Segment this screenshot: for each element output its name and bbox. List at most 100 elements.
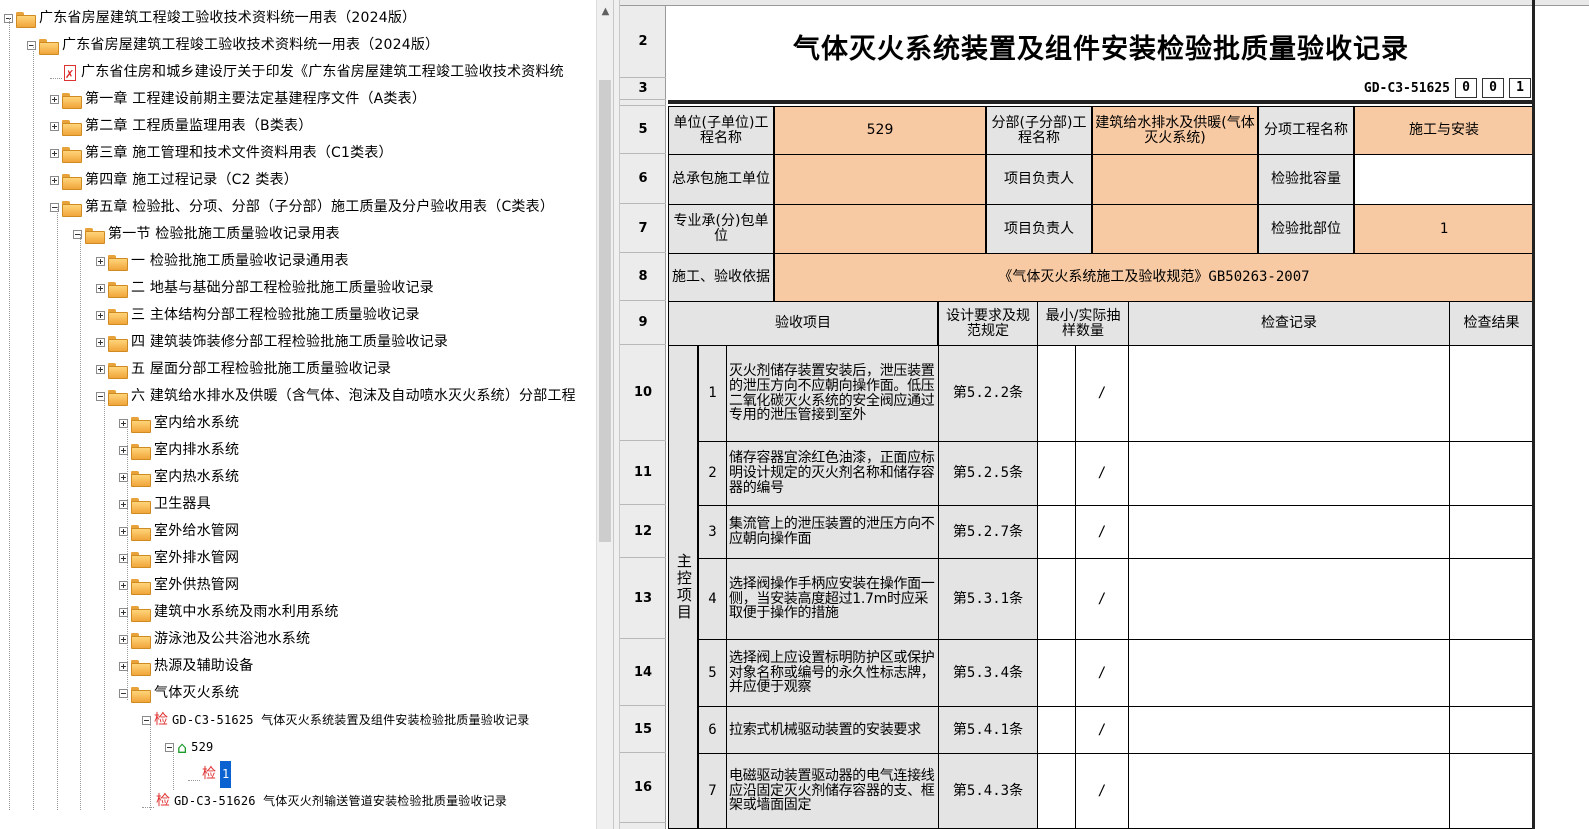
sample-min[interactable] — [1037, 706, 1076, 754]
sample-min[interactable] — [1037, 639, 1076, 707]
tree-item-s6c[interactable]: 室内热水系统 — [119, 464, 239, 491]
tree-item-s6f[interactable]: 室外排水管网 — [119, 545, 239, 572]
tree-item-ch4[interactable]: 第四章 施工过程记录（C2 类表） — [50, 167, 298, 194]
expand-icon[interactable] — [50, 95, 59, 104]
row-header[interactable]: 10 — [620, 345, 666, 441]
check-record[interactable] — [1128, 345, 1450, 442]
row-header[interactable]: 5 — [620, 106, 666, 154]
tree-item-s6g[interactable]: 室外供热管网 — [119, 572, 239, 599]
sample-actual[interactable]: / — [1075, 505, 1129, 559]
tree-item-f1[interactable]: 检 GD-C3-51625 气体灭火系统装置及组件安装检验批质量验收记录 — [142, 707, 530, 734]
tree-item-s6a[interactable]: 室内给水系统 — [119, 410, 239, 437]
check-record[interactable] — [1128, 558, 1450, 640]
row-header[interactable]: 6 — [620, 154, 666, 204]
subcontractor-value[interactable] — [774, 204, 986, 254]
sample-min[interactable] — [1037, 441, 1076, 506]
tree-scrollbar[interactable]: ▲ — [596, 0, 613, 829]
row-header[interactable]: 16 — [620, 753, 666, 823]
doc-box-1[interactable]: 0 — [1455, 78, 1477, 98]
basis-value[interactable]: 《气体灭火系统施工及验收规范》GB50263-2007 — [774, 253, 1534, 302]
doc-box-3[interactable]: 1 — [1509, 78, 1531, 98]
sample-min[interactable] — [1037, 505, 1076, 559]
check-result[interactable] — [1449, 753, 1534, 829]
expand-icon[interactable] — [96, 257, 105, 266]
tree-item-s5[interactable]: 五 屋面分部工程检验批施工质量验收记录 — [96, 356, 391, 383]
tree-item-s2[interactable]: 二 地基与基础分部工程检验批施工质量验收记录 — [96, 275, 434, 302]
tree-item-s6d[interactable]: 卫生器具 — [119, 491, 211, 518]
sample-actual[interactable]: / — [1075, 639, 1129, 707]
sample-min[interactable] — [1037, 558, 1076, 640]
tree-item-sec1[interactable]: 第一节 检验批施工质量验收记录用表 — [73, 221, 340, 248]
unit-value[interactable]: 529 — [774, 106, 986, 155]
doc-box-2[interactable]: 0 — [1482, 78, 1504, 98]
sample-actual[interactable]: / — [1075, 345, 1129, 442]
tree-item-ch5[interactable]: 第五章 检验批、分项、分部（子分部）施工质量及分户验收用表（C类表） — [50, 194, 554, 221]
check-result[interactable] — [1449, 441, 1534, 506]
capacity-value[interactable] — [1354, 154, 1534, 205]
tree-item-s6e[interactable]: 室外给水管网 — [119, 518, 239, 545]
tree-item-s1[interactable]: 一 检验批施工质量验收记录通用表 — [96, 248, 349, 275]
tree-panel[interactable]: 广东省房屋建筑工程竣工验收技术资料统一用表（2024版） 广东省房屋建筑工程竣工验… — [0, 0, 600, 829]
row-header[interactable]: 15 — [620, 706, 666, 753]
expand-icon[interactable] — [50, 149, 59, 158]
tree-item-f1a1[interactable]: 检1 — [188, 761, 232, 788]
scroll-thumb[interactable] — [599, 80, 611, 542]
sample-min[interactable] — [1037, 753, 1076, 829]
check-record[interactable] — [1128, 505, 1450, 559]
expand-icon[interactable] — [96, 338, 105, 347]
tree-item-notice[interactable]: 广东省住房和城乡建设厅关于印发《广东省房屋建筑工程竣工验收技术资料统 — [50, 59, 564, 88]
panel-splitter[interactable] — [613, 0, 620, 829]
check-record[interactable] — [1128, 753, 1450, 829]
row-header[interactable]: 3 — [620, 78, 666, 100]
tree-item-ch3[interactable]: 第三章 施工管理和技术文件资料用表（C1类表） — [50, 140, 393, 167]
manager-value[interactable] — [1092, 154, 1258, 205]
collapse-icon[interactable] — [27, 41, 36, 50]
tree-item-s6[interactable]: 六 建筑给水排水及供暖（含气体、泡沫及自动喷水灭火系统）分部工程 — [96, 383, 576, 410]
part-value[interactable]: 1 — [1354, 204, 1534, 254]
row-header[interactable]: 7 — [620, 204, 666, 253]
subitem-label: 分项工程名称 — [1258, 106, 1354, 155]
subitem-value[interactable]: 施工与安装 — [1354, 106, 1534, 155]
expand-icon[interactable] — [96, 311, 105, 320]
check-result[interactable] — [1449, 345, 1534, 442]
tree-item-f2[interactable]: 检 GD-C3-51626 气体灭火剂输送管道安装检验批质量验收记录 — [142, 788, 507, 815]
check-record[interactable] — [1128, 441, 1450, 506]
check-result[interactable] — [1449, 558, 1534, 640]
scroll-up-arrow-icon[interactable]: ▲ — [597, 6, 614, 17]
sample-actual[interactable]: / — [1075, 558, 1129, 640]
row-header[interactable]: 12 — [620, 505, 666, 558]
tree-item-root[interactable]: 广东省房屋建筑工程竣工验收技术资料统一用表（2024版） — [4, 5, 416, 32]
sample-actual[interactable]: / — [1075, 441, 1129, 506]
check-result[interactable] — [1449, 639, 1534, 707]
tree-item-s4[interactable]: 四 建筑装饰装修分部工程检验批施工质量验收记录 — [96, 329, 448, 356]
expand-icon[interactable] — [50, 176, 59, 185]
tree-item-s6b[interactable]: 室内排水系统 — [119, 437, 239, 464]
tree-item-s6j[interactable]: 热源及辅助设备 — [119, 653, 253, 680]
check-result[interactable] — [1449, 505, 1534, 559]
tree-item-s6k[interactable]: 气体灭火系统 — [119, 680, 239, 707]
row-header[interactable]: 9 — [620, 301, 666, 345]
tree-item-root2[interactable]: 广东省房屋建筑工程竣工验收技术资料统一用表（2024版） — [27, 32, 439, 59]
row-header[interactable]: 11 — [620, 441, 666, 505]
tree-item-s3[interactable]: 三 主体结构分部工程检验批施工质量验收记录 — [96, 302, 420, 329]
row-header[interactable]: 14 — [620, 639, 666, 706]
dept-value[interactable]: 建筑给水排水及供暖(气体灭火系统) — [1092, 106, 1258, 155]
tree-item-s6h[interactable]: 建筑中水系统及雨水利用系统 — [119, 599, 339, 626]
expand-icon[interactable] — [96, 365, 105, 374]
sample-actual[interactable]: / — [1075, 706, 1129, 754]
contractor-value[interactable] — [774, 154, 986, 205]
expand-icon[interactable] — [50, 122, 59, 131]
sample-min[interactable] — [1037, 345, 1076, 442]
check-record[interactable] — [1128, 706, 1450, 754]
sample-actual[interactable]: / — [1075, 753, 1129, 829]
tree-item-ch2[interactable]: 第二章 工程质量监理用表（B类表） — [50, 113, 312, 140]
row-header[interactable]: 13 — [620, 558, 666, 639]
row-header[interactable]: 2 — [620, 6, 666, 78]
row-header[interactable]: 8 — [620, 253, 666, 301]
tree-item-s6i[interactable]: 游泳池及公共浴池水系统 — [119, 626, 310, 653]
tree-item-ch1[interactable]: 第一章 工程建设前期主要法定基建程序文件（A类表） — [50, 86, 426, 113]
sub-manager-value[interactable] — [1092, 204, 1258, 254]
check-result[interactable] — [1449, 706, 1534, 754]
expand-icon[interactable] — [96, 284, 105, 293]
check-record[interactable] — [1128, 639, 1450, 707]
